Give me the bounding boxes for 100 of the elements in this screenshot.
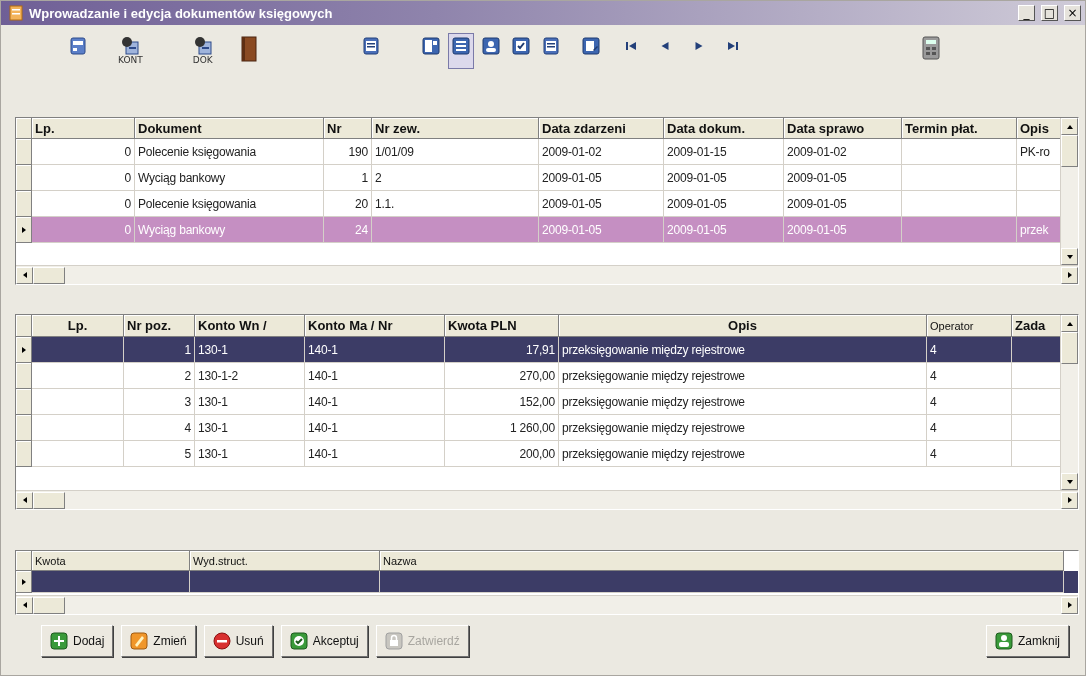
window-title: Wprowadzanie i edycja dokumentów księgowych bbox=[29, 5, 334, 21]
table-cell: 2009-01-05 bbox=[787, 196, 847, 211]
table-cell: 1 bbox=[184, 342, 191, 357]
table-cell: 140-1 bbox=[308, 446, 338, 461]
scroll-thumb[interactable] bbox=[33, 491, 65, 509]
close-button[interactable]: Zamknij bbox=[986, 625, 1069, 657]
table-cell: 2009-01-05 bbox=[667, 196, 727, 211]
previous-record-icon bbox=[660, 42, 669, 50]
lock-icon bbox=[384, 632, 403, 650]
window-control-button[interactable]: × bbox=[1064, 5, 1081, 21]
table-cell: 190 bbox=[348, 144, 368, 159]
scroll-down-icon bbox=[1065, 477, 1074, 486]
row-pointer-icon bbox=[19, 345, 28, 354]
column-header[interactable]: Nr poz. bbox=[124, 315, 195, 337]
column-header[interactable]: Opis bbox=[559, 315, 927, 337]
table-cell: 140-1 bbox=[308, 368, 338, 383]
table-cell: 1/01/09 bbox=[375, 144, 414, 159]
window-control-button[interactable]: _ bbox=[1018, 5, 1035, 21]
column-header[interactable]: Data dokum. bbox=[664, 118, 784, 139]
row-selector[interactable] bbox=[16, 571, 32, 593]
table-cell: 2009-01-05 bbox=[542, 170, 602, 185]
table-row[interactable]: 1 130-1 140-1 17,91 przeksięgowanie między rejestrowe 4 bbox=[16, 337, 1060, 363]
action-button[interactable]: Akceptuj bbox=[280, 625, 368, 657]
vertical-scrollbar[interactable] bbox=[1060, 118, 1078, 265]
scroll-thumb[interactable] bbox=[1061, 332, 1078, 364]
list-icon bbox=[360, 36, 381, 56]
scroll-thumb[interactable] bbox=[1061, 135, 1078, 167]
window-control-button[interactable]: □ bbox=[1041, 5, 1058, 21]
edit-icon bbox=[130, 632, 149, 650]
toolbar-button[interactable]: DOK bbox=[189, 33, 216, 69]
column-header[interactable]: Lp. bbox=[32, 118, 135, 139]
column-header[interactable]: Kwota PLN bbox=[445, 315, 559, 337]
row-selector[interactable] bbox=[16, 217, 32, 243]
scroll-left-button[interactable] bbox=[16, 266, 33, 284]
column-header[interactable]: Opis bbox=[1017, 118, 1060, 139]
table-cell: 20 bbox=[355, 196, 368, 211]
table-cell: 130-1 bbox=[198, 420, 228, 435]
scroll-down-button[interactable] bbox=[1061, 248, 1078, 265]
table-cell: 140-1 bbox=[308, 420, 338, 435]
table-cell: przeksięgowanie między rejestrowe bbox=[562, 420, 745, 435]
table-cell: 130-1 bbox=[198, 446, 228, 461]
column-header[interactable]: Wyd.struct. bbox=[190, 551, 380, 571]
table-cell: 4 bbox=[930, 342, 937, 357]
table-cell: 5 bbox=[184, 446, 191, 461]
column-header[interactable]: Dokument bbox=[135, 118, 324, 139]
table-cell: 130-1-2 bbox=[198, 368, 238, 383]
table-row[interactable]: 0 Wyciąg bankowy 1 2 2009-01-05 2009-01-05 2009-01-05 bbox=[16, 165, 1060, 191]
action-button[interactable]: Usuń bbox=[203, 625, 273, 657]
scroll-right-button[interactable] bbox=[1061, 266, 1078, 284]
scroll-right-button[interactable] bbox=[1061, 596, 1078, 614]
table-row[interactable]: 0 Polecenie księgowania 20 1.1. 2009-01-05 2009-01-05 2009-01-05 bbox=[16, 191, 1060, 217]
table-cell: 2009-01-05 bbox=[667, 222, 727, 237]
horizontal-scrollbar[interactable] bbox=[16, 265, 1078, 284]
row-selector[interactable] bbox=[16, 337, 32, 363]
column-header[interactable]: Lp. bbox=[32, 315, 124, 337]
scroll-down-button[interactable] bbox=[1061, 473, 1078, 490]
horizontal-scrollbar[interactable] bbox=[16, 595, 1078, 614]
horizontal-scrollbar[interactable] bbox=[16, 490, 1078, 509]
table-cell: 140-1 bbox=[308, 394, 338, 409]
scroll-thumb[interactable] bbox=[33, 596, 65, 614]
column-header[interactable]: Data zdarzeni bbox=[539, 118, 664, 139]
next-record-icon bbox=[694, 42, 703, 50]
action-button[interactable]: Zmień bbox=[121, 625, 196, 657]
vertical-scrollbar[interactable] bbox=[1060, 315, 1078, 490]
form-icon bbox=[450, 36, 471, 56]
table-cell: 2009-01-05 bbox=[542, 222, 602, 237]
table-cell: 0 bbox=[124, 144, 131, 159]
table-row[interactable]: 5 130-1 140-1 200,00 przeksięgowanie między rejestrowe 4 bbox=[16, 441, 1060, 467]
toolbar-button[interactable] bbox=[447, 33, 474, 69]
table-cell: 1 bbox=[361, 170, 368, 185]
column-header[interactable]: Data sprawo bbox=[784, 118, 902, 139]
scroll-up-button[interactable] bbox=[1061, 315, 1078, 332]
table-row[interactable] bbox=[16, 571, 1078, 593]
column-header[interactable]: Nazwa bbox=[380, 551, 1064, 571]
table-row[interactable]: 2 130-1-2 140-1 270,00 przeksięgowanie między rejestrowe 4 bbox=[16, 363, 1060, 389]
column-header[interactable]: Nr bbox=[324, 118, 372, 139]
table-cell: 2009-01-05 bbox=[542, 196, 602, 211]
calculator-icon bbox=[921, 36, 940, 60]
column-header[interactable]: Kwota bbox=[32, 551, 190, 571]
scroll-left-button[interactable] bbox=[16, 491, 33, 509]
column-header[interactable]: Zada bbox=[1012, 315, 1060, 337]
scroll-thumb[interactable] bbox=[33, 266, 65, 284]
table-row[interactable]: 4 130-1 140-1 1 260,00 przeksięgowanie między rejestrowe 4 bbox=[16, 415, 1060, 441]
action-button[interactable]: Dodaj bbox=[41, 625, 114, 657]
scroll-right-icon bbox=[1065, 271, 1074, 279]
scroll-right-button[interactable] bbox=[1061, 491, 1078, 509]
checkbox-icon bbox=[510, 36, 531, 56]
table-cell: 0 bbox=[124, 170, 131, 185]
table-cell: 0 bbox=[124, 196, 131, 211]
table-row[interactable]: 3 130-1 140-1 152,00 przeksięgowanie między rejestrowe 4 bbox=[16, 389, 1060, 415]
column-header[interactable]: Nr zew. bbox=[372, 118, 539, 139]
column-header[interactable]: Termin płat. bbox=[902, 118, 1017, 139]
column-header[interactable]: Konto Wn / bbox=[195, 315, 305, 337]
scroll-left-button[interactable] bbox=[16, 596, 33, 614]
column-header[interactable]: Operator bbox=[927, 315, 1012, 337]
edit-icon bbox=[580, 36, 601, 56]
toolbar-button[interactable]: KONT bbox=[115, 33, 146, 69]
scroll-up-button[interactable] bbox=[1061, 118, 1078, 135]
column-header[interactable]: Konto Ma / Nr bbox=[305, 315, 445, 337]
table-row[interactable]: 0 Polecenie księgowania 190 1/01/09 2009-01-02 2009-01-15 2009-01-02 PK-ro bbox=[16, 139, 1060, 165]
